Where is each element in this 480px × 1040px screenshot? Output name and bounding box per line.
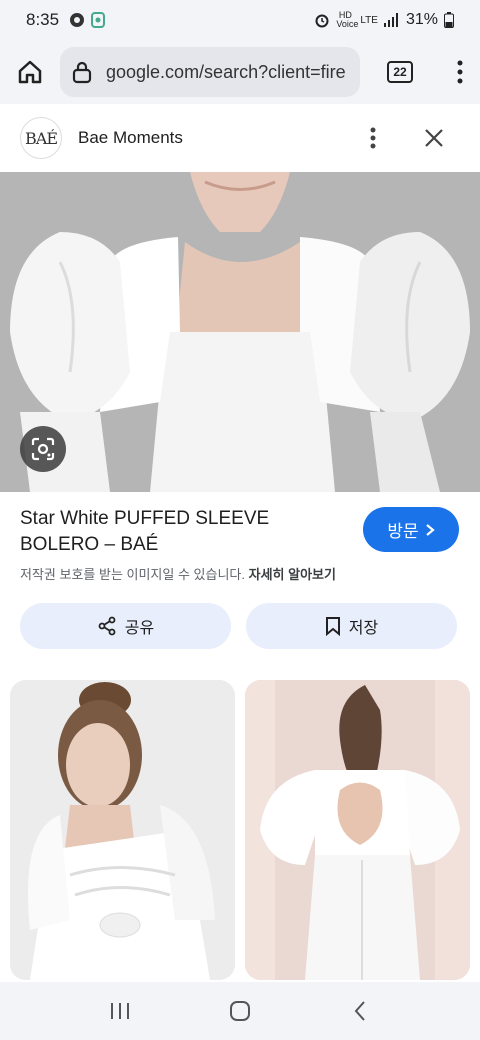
system-nav-bar xyxy=(0,982,480,1040)
source-logo[interactable]: BAÉ xyxy=(20,117,62,159)
battery-percent: 31% xyxy=(405,11,438,28)
lens-icon xyxy=(31,437,55,461)
lte-indicator: LTE xyxy=(360,14,378,26)
tabs-button[interactable]: 22 xyxy=(370,42,430,102)
chevron-right-icon xyxy=(425,523,435,536)
browser-toolbar: google.com/search?client=fire 22 xyxy=(0,40,480,104)
more-vert-icon xyxy=(370,127,376,149)
recent-apps-button[interactable] xyxy=(90,986,150,1036)
close-icon xyxy=(425,129,443,147)
source-more-button[interactable] xyxy=(358,118,388,158)
home-nav-button[interactable] xyxy=(210,986,270,1036)
close-button[interactable] xyxy=(418,118,450,158)
bolero-photo xyxy=(0,172,480,492)
home-icon xyxy=(18,60,42,84)
address-bar[interactable]: google.com/search?client=fire xyxy=(60,47,360,97)
url-text: google.com/search?client=fire xyxy=(106,61,346,82)
main-image[interactable] xyxy=(0,172,480,492)
status-right: HD Voice LTE 31% xyxy=(314,11,454,29)
hd-voice-indicator: HD Voice xyxy=(336,10,359,29)
aperture-icon xyxy=(70,13,85,27)
visit-button[interactable]: 방문 xyxy=(363,507,459,552)
home-button[interactable] xyxy=(0,42,60,102)
related-image-2[interactable] xyxy=(245,680,470,980)
recents-icon xyxy=(111,1003,129,1019)
learn-more-link[interactable]: 자세히 알아보기 xyxy=(249,567,336,582)
save-button[interactable]: 저장 xyxy=(246,603,457,649)
more-vert-icon xyxy=(457,60,463,84)
source-header: BAÉ Bae Moments xyxy=(0,104,480,172)
notification-icons xyxy=(69,12,106,28)
app-notification-icon xyxy=(91,12,106,28)
back-icon xyxy=(354,1001,365,1021)
source-name[interactable]: Bae Moments xyxy=(78,128,183,148)
tab-count: 22 xyxy=(387,61,413,83)
status-bar: 8:35 HD Voice LTE 31% xyxy=(0,0,480,40)
copyright-text: 저작권 보호를 받는 이미지일 수 있습니다. xyxy=(20,567,245,582)
save-label: 저장 xyxy=(348,620,379,637)
related-image-1[interactable] xyxy=(10,680,235,980)
status-time: 8:35 xyxy=(26,10,60,29)
share-button[interactable]: 공유 xyxy=(20,603,231,649)
back-button[interactable] xyxy=(330,986,390,1036)
lock-icon xyxy=(72,61,92,84)
visit-label: 방문 xyxy=(387,522,419,541)
signal-icon xyxy=(383,13,398,27)
share-label: 공유 xyxy=(124,620,155,637)
battery-icon xyxy=(444,12,454,28)
home-nav-icon xyxy=(230,1001,250,1021)
copyright-notice: 저작권 보호를 받는 이미지일 수 있습니다. 자세히 알아보기 xyxy=(20,564,460,583)
lens-button[interactable] xyxy=(20,426,66,472)
browser-menu-button[interactable] xyxy=(440,42,480,102)
related-photo-2 xyxy=(245,680,470,980)
result-title[interactable]: Star White PUFFED SLEEVE BOLERO – BAÉ xyxy=(20,506,340,558)
share-icon xyxy=(98,616,116,636)
alarm-icon xyxy=(315,14,329,28)
bookmark-icon xyxy=(325,617,340,636)
related-photo-1 xyxy=(10,680,235,980)
